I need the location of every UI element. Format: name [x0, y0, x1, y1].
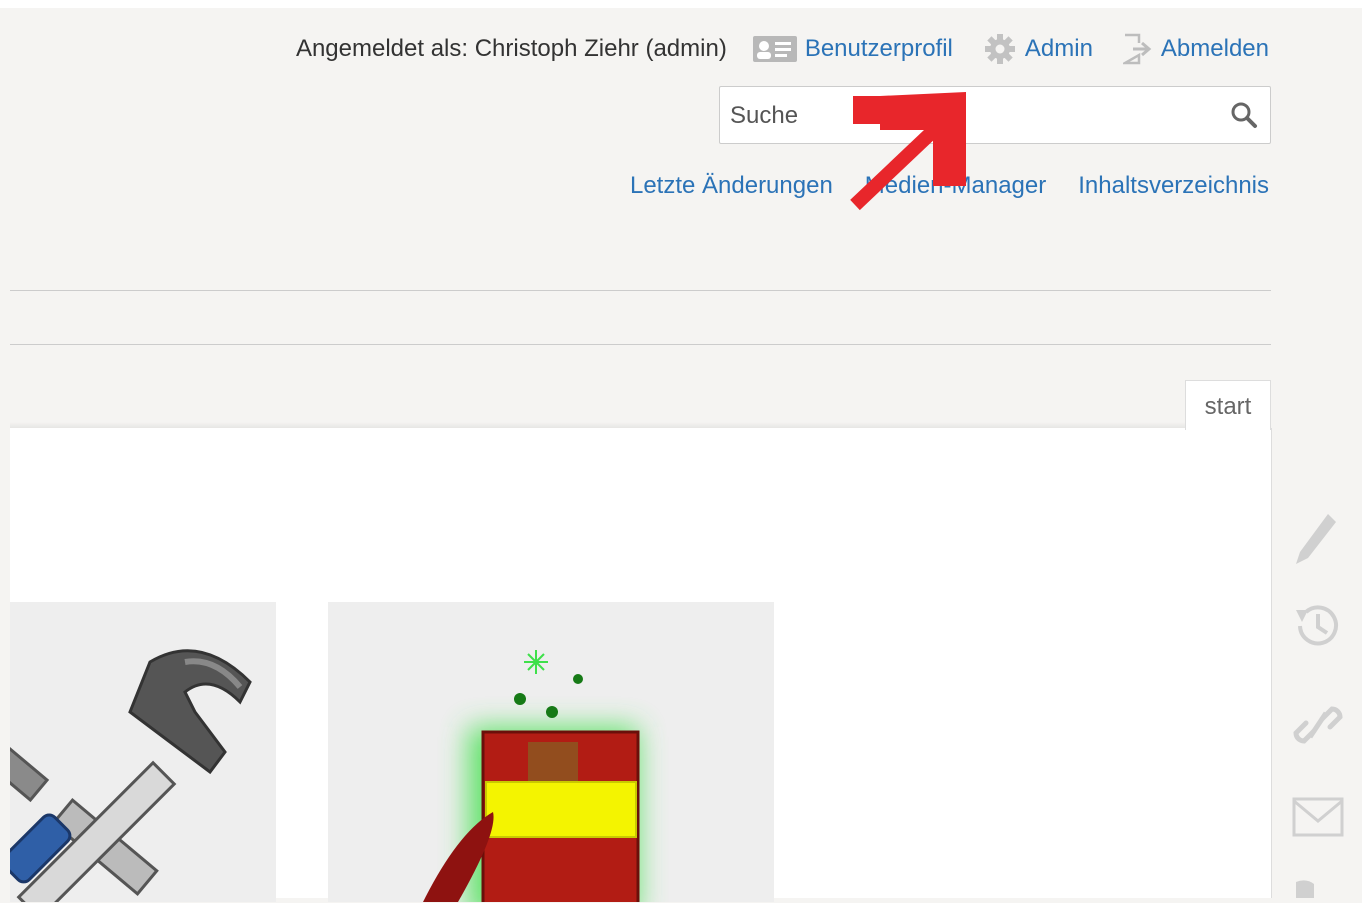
logged-in-text: Angemeldet als: Christoph Ziehr (admin)	[295, 35, 727, 62]
search-input[interactable]	[728, 101, 1202, 131]
media-manager-link[interactable]: Medien-Manager	[865, 172, 1046, 200]
link-icon[interactable]	[1292, 695, 1344, 760]
divider	[10, 290, 1271, 291]
pencil-icon[interactable]	[1292, 510, 1338, 575]
search-icon[interactable]	[1230, 101, 1258, 134]
profile-card-icon	[752, 36, 797, 62]
search-box	[719, 86, 1271, 144]
page-tab-start[interactable]: start	[1185, 380, 1271, 430]
admin-tools-image[interactable]	[10, 602, 276, 902]
logout-icon	[1122, 33, 1153, 65]
profile-link[interactable]: Benutzerprofil	[752, 35, 953, 63]
logout-label: Abmelden	[1160, 35, 1269, 62]
divider	[10, 344, 1271, 345]
admin-link[interactable]: Admin	[983, 32, 1093, 66]
site-tools: Letzte Änderungen Medien-Manager Inhalts…	[598, 172, 1269, 200]
user-bar: Angemeldet als: Christoph Ziehr (admin) …	[296, 32, 1269, 66]
print-icon[interactable]	[1292, 878, 1332, 903]
plugin-image[interactable]	[328, 602, 774, 902]
mail-icon[interactable]	[1292, 795, 1344, 844]
logout-link[interactable]: Abmelden	[1122, 33, 1269, 65]
admin-label: Admin	[1024, 35, 1093, 62]
top-strip	[0, 0, 1362, 8]
history-icon[interactable]	[1292, 600, 1344, 657]
recent-changes-link[interactable]: Letzte Änderungen	[630, 172, 833, 200]
gear-icon	[983, 32, 1017, 66]
index-link[interactable]: Inhaltsverzeichnis	[1078, 172, 1269, 200]
profile-label: Benutzerprofil	[804, 35, 953, 62]
